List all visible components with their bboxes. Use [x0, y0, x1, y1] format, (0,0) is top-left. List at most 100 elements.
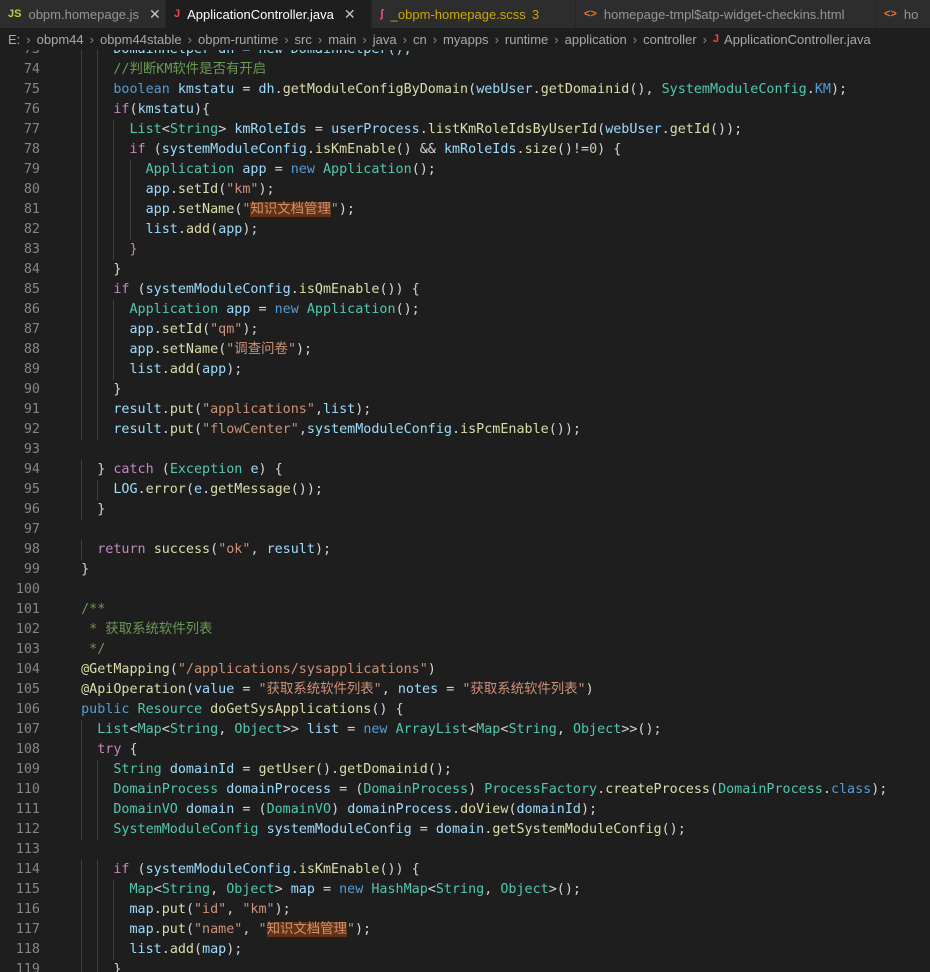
breadcrumb-item[interactable]: cn — [413, 32, 427, 47]
code-line[interactable]: 92 result.put("flowCenter",systemModuleC… — [0, 420, 930, 440]
code-line[interactable]: 119 } — [0, 960, 930, 972]
breadcrumb-item[interactable]: src — [295, 32, 312, 47]
code-line[interactable]: 82 list.add(app); — [0, 220, 930, 240]
code-line[interactable]: 112 SystemModuleConfig systemModuleConfi… — [0, 820, 930, 840]
code-text: } — [97, 502, 106, 517]
code-editor[interactable]: 73 DomainHelper dh = new DomainHelper();… — [0, 50, 930, 972]
line-number: 79 — [23, 162, 40, 177]
code-line[interactable]: 85 if (systemModuleConfig.isQmEnable()) … — [0, 280, 930, 300]
code-line[interactable]: 73 DomainHelper dh = new DomainHelper(); — [0, 50, 930, 60]
line-number: 114 — [15, 862, 40, 877]
problem-count-badge: 3 — [531, 6, 540, 22]
breadcrumb-item[interactable]: myapps — [443, 32, 489, 47]
code-line[interactable]: 96 } — [0, 500, 930, 520]
editor-tab[interactable]: <> homepage-tmpl$atp-widget-checkins.html — [576, 0, 876, 28]
code-text: try { — [97, 742, 138, 757]
code-line[interactable]: 81 app.setName("知识文档管理"); — [0, 200, 930, 220]
code-line[interactable]: 78 if (systemModuleConfig.isKmEnable() &… — [0, 140, 930, 160]
code-line[interactable]: 114 if (systemModuleConfig.isKmEnable())… — [0, 860, 930, 880]
code-line[interactable]: 95 LOG.error(e.getMessage()); — [0, 480, 930, 500]
close-icon[interactable]: ✕ — [344, 6, 356, 23]
code-line[interactable]: 75 boolean kmstatu = dh.getModuleConfigB… — [0, 80, 930, 100]
line-number: 100 — [15, 582, 40, 597]
code-text: list.add(app); — [145, 222, 259, 237]
code-line[interactable]: 97 — [0, 520, 930, 540]
code-line[interactable]: 115 Map<String, Object> map = new HashMa… — [0, 880, 930, 900]
breadcrumb-item[interactable]: obpm-runtime — [198, 32, 278, 47]
code-line[interactable]: 106 public Resource doGetSysApplications… — [0, 700, 930, 720]
code-line[interactable]: 74 //判断KM软件是否有开启 — [0, 60, 930, 80]
code-line[interactable]: 79 Application app = new Application(); — [0, 160, 930, 180]
code-line[interactable]: 87 app.setId("qm"); — [0, 320, 930, 340]
code-line[interactable]: 80 app.setId("km"); — [0, 180, 930, 200]
breadcrumb-item[interactable]: controller — [643, 32, 696, 47]
close-icon[interactable]: ✕ — [149, 6, 161, 23]
line-number: 78 — [23, 142, 40, 157]
code-text: SystemModuleConfig systemModuleConfig = … — [113, 822, 686, 837]
code-text: return success("ok", result); — [97, 542, 332, 557]
code-line[interactable]: 77 List<String> kmRoleIds = userProcess.… — [0, 120, 930, 140]
line-number: 76 — [23, 102, 40, 117]
code-text: if (systemModuleConfig.isKmEnable()) { — [113, 862, 420, 877]
code-line[interactable]: 89 list.add(app); — [0, 360, 930, 380]
code-line[interactable]: 108 try { — [0, 740, 930, 760]
code-line[interactable]: 110 DomainProcess domainProcess = (Domai… — [0, 780, 930, 800]
code-line[interactable]: 104 @GetMapping("/applications/sysapplic… — [0, 660, 930, 680]
line-number: 87 — [23, 322, 40, 337]
code-line[interactable]: 118 list.add(map); — [0, 940, 930, 960]
breadcrumb-item[interactable]: application — [565, 32, 627, 47]
code-line[interactable]: 100 — [0, 580, 930, 600]
code-line[interactable]: 83 } — [0, 240, 930, 260]
java-file-icon: J — [712, 33, 720, 45]
line-number: 96 — [23, 502, 40, 517]
code-line[interactable]: 113 — [0, 840, 930, 860]
code-line[interactable]: 117 map.put("name", "知识文档管理"); — [0, 920, 930, 940]
code-line[interactable]: 105 @ApiOperation(value = "获取系统软件列表", no… — [0, 680, 930, 700]
line-number: 73 — [0, 50, 40, 60]
code-text: result.put("flowCenter",systemModuleConf… — [113, 422, 581, 437]
chevron-right-icon: › — [402, 31, 407, 47]
breadcrumb-item[interactable]: ApplicationController.java — [724, 32, 871, 47]
code-line[interactable]: 101 /** — [0, 600, 930, 620]
code-line[interactable]: 109 String domainId = getUser().getDomai… — [0, 760, 930, 780]
line-number: 116 — [15, 902, 40, 917]
line-number: 84 — [23, 262, 40, 277]
editor-tab[interactable]: <> ho — [876, 0, 930, 28]
breadcrumb-item[interactable]: runtime — [505, 32, 548, 47]
code-line[interactable]: 88 app.setName("调查问卷"); — [0, 340, 930, 360]
code-line[interactable]: 107 List<Map<String, Object>> list = new… — [0, 720, 930, 740]
code-line[interactable]: 93 — [0, 440, 930, 460]
line-number: 83 — [23, 242, 40, 257]
code-line[interactable]: 76 if(kmstatu){ — [0, 100, 930, 120]
editor-tab[interactable]: JS obpm.homepage.js ✕ — [0, 0, 166, 28]
breadcrumb-item[interactable]: java — [373, 32, 397, 47]
code-line[interactable]: 84 } — [0, 260, 930, 280]
code-line[interactable]: 98 return success("ok", result); — [0, 540, 930, 560]
code-line[interactable]: 94 } catch (Exception e) { — [0, 460, 930, 480]
editor-tab[interactable]: J ApplicationController.java ✕ — [166, 0, 372, 28]
line-number: 98 — [23, 542, 40, 557]
code-text: */ — [81, 642, 106, 657]
breadcrumb-item[interactable]: obpm44stable — [100, 32, 182, 47]
breadcrumb-item[interactable]: E: — [8, 32, 20, 47]
code-text: @ApiOperation(value = "获取系统软件列表", notes … — [81, 682, 594, 697]
chevron-right-icon: › — [702, 31, 707, 47]
code-line[interactable]: 116 map.put("id", "km"); — [0, 900, 930, 920]
code-line[interactable]: 90 } — [0, 380, 930, 400]
code-line[interactable]: 99 } — [0, 560, 930, 580]
code-text: /** — [81, 602, 106, 617]
breadcrumb-item[interactable]: main — [328, 32, 356, 47]
code-text: @GetMapping("/applications/sysapplicatio… — [81, 662, 436, 677]
chevron-right-icon: › — [554, 31, 559, 47]
line-number: 107 — [15, 722, 40, 737]
editor-tab[interactable]: ʃ _obpm-homepage.scss 3 — [372, 0, 576, 28]
code-line[interactable]: 86 Application app = new Application(); — [0, 300, 930, 320]
code-line[interactable]: 102 * 获取系统软件列表 — [0, 620, 930, 640]
code-line[interactable]: 111 DomainVO domain = (DomainVO) domainP… — [0, 800, 930, 820]
code-line[interactable]: 103 */ — [0, 640, 930, 660]
breadcrumb-item[interactable]: obpm44 — [37, 32, 84, 47]
line-number: 95 — [23, 482, 40, 497]
line-number: 85 — [23, 282, 40, 297]
code-line[interactable]: 91 result.put("applications",list); — [0, 400, 930, 420]
line-number: 93 — [23, 442, 40, 457]
